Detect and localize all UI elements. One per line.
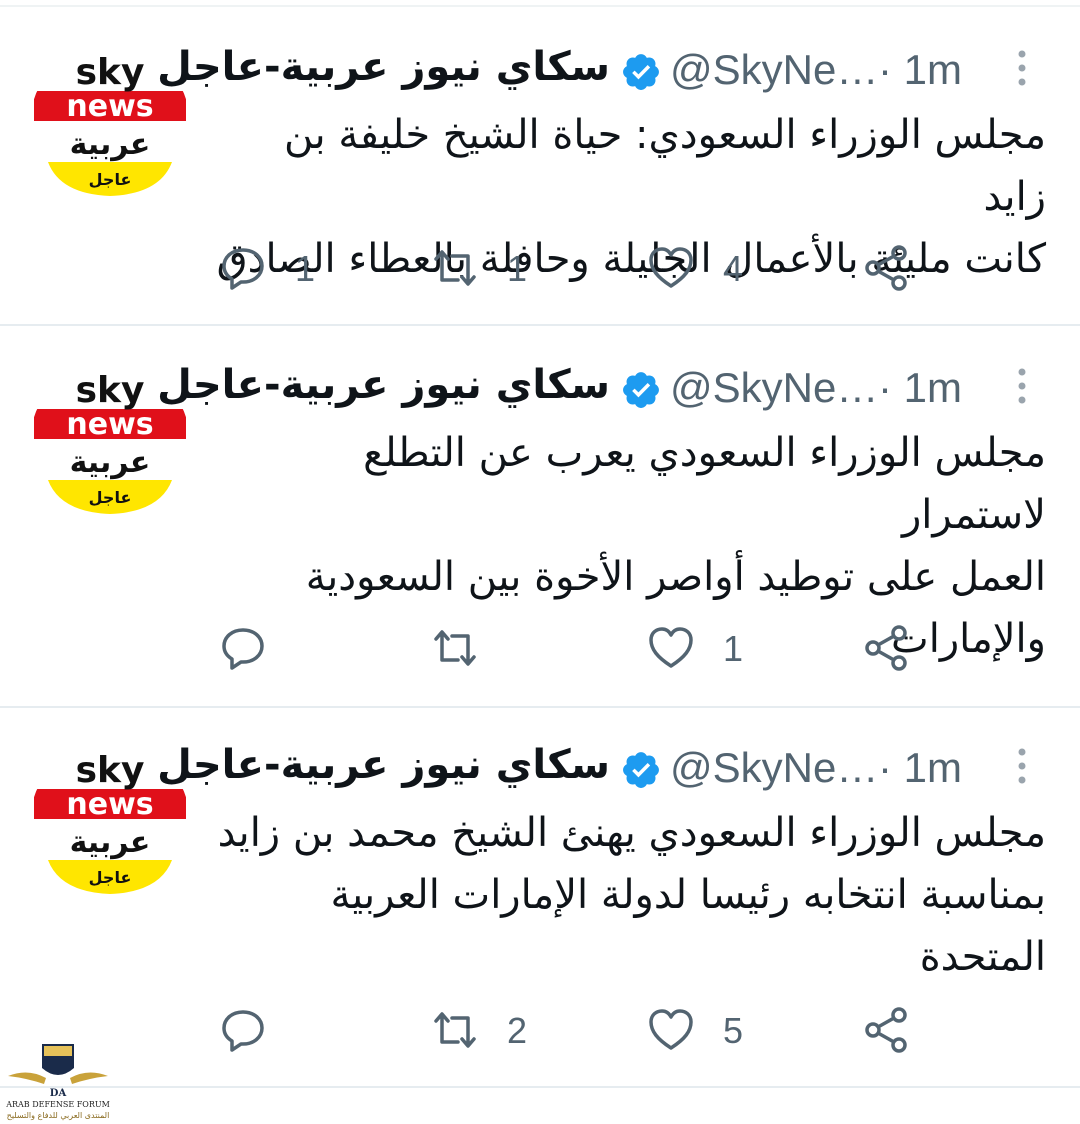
retweet-count: 1 [507, 248, 528, 289]
avatar-line3: عربية [70, 825, 151, 860]
avatar-line2: news [66, 407, 153, 442]
heart-icon [649, 1009, 693, 1050]
tweet-divider [0, 1086, 1080, 1088]
like-count: 4 [723, 248, 744, 289]
more-icon[interactable] [1014, 746, 1030, 786]
more-icon[interactable] [1014, 366, 1030, 406]
verified-badge-icon [623, 372, 659, 408]
user-handle[interactable]: @SkyNe… [670, 364, 878, 412]
verified-badge-icon [623, 54, 659, 90]
avatar-line1: sky [76, 370, 145, 411]
share-icon [865, 625, 907, 671]
like-count: 5 [723, 1010, 744, 1051]
tweet-text: مجلس الوزراء السعودي يهنئ الشيخ محمد بن … [215, 802, 1046, 988]
retweet-icon [434, 630, 476, 666]
tweet-text-line: بمناسبة انتخابه رئيسا لدولة الإمارات الع… [330, 872, 1047, 918]
avatar-line3: عربية [70, 445, 151, 480]
tweet-text-line: العمل على توطيد أواصر الأخوة بين السعودي… [305, 554, 1046, 600]
tweet-text-line: المتحدة [919, 934, 1046, 980]
avatar-line2: news [66, 89, 153, 124]
avatar-line2: news [66, 787, 153, 822]
action-bar: 2 5 [215, 1006, 935, 1056]
reply-icon [222, 248, 264, 290]
eagle-logo-icon: DA [8, 1044, 108, 1099]
reply-icon [222, 628, 264, 670]
display-name[interactable]: سكاي نيوز عربية-عاجل [157, 362, 610, 408]
forum-watermark: DA ARAB DEFENSE FORUM المنتدى العربي للد… [4, 1038, 112, 1124]
tweet[interactable]: sky news عربية عاجل سكاي نيوز عربية-عاجل… [0, 326, 1080, 708]
timestamp[interactable]: · 1m [878, 744, 962, 792]
avatar-line4: عاجل [89, 488, 132, 507]
reply-count: 1 [295, 248, 316, 289]
action-bar: 1 1 4 [215, 244, 935, 294]
tweet-header: سكاي نيوز عربية-عاجل @SkyNe… · 1m [157, 742, 1050, 798]
top-divider [0, 5, 1080, 7]
tweet-text-line: مجلس الوزراء السعودي يهنئ الشيخ محمد بن … [217, 810, 1046, 856]
reply-icon [222, 1010, 264, 1052]
avatar-line1: sky [76, 52, 145, 93]
action-bar: 1 [215, 624, 935, 674]
more-icon[interactable] [1014, 48, 1030, 88]
like-count: 1 [723, 628, 744, 669]
heart-icon [649, 627, 693, 668]
timestamp[interactable]: · 1m [878, 364, 962, 412]
display-name[interactable]: سكاي نيوز عربية-عاجل [157, 742, 610, 788]
verified-badge-icon [623, 752, 659, 788]
user-handle[interactable]: @SkyNe… [670, 744, 878, 792]
tweet[interactable]: sky news عربية عاجل سكاي نيوز عربية-عاجل… [0, 8, 1080, 326]
share-icon [865, 245, 907, 291]
watermark-subtitle: المنتدى العربي للدفاع والتسليح [6, 1111, 110, 1120]
display-name[interactable]: سكاي نيوز عربية-عاجل [157, 44, 610, 90]
watermark-label: ARAB DEFENSE FORUM [6, 1100, 110, 1109]
tweet-header: سكاي نيوز عربية-عاجل @SkyNe… · 1m [157, 44, 1050, 100]
watermark-mark: DA [50, 1088, 67, 1099]
tweet-text-line: مجلس الوزراء السعودي: حياة الشيخ خليفة ب… [284, 112, 1046, 220]
timestamp[interactable]: · 1m [878, 46, 962, 94]
avatar-line3: عربية [70, 127, 151, 162]
retweet-icon [434, 1012, 476, 1048]
user-handle[interactable]: @SkyNe… [670, 46, 878, 94]
tweet[interactable]: sky news عربية عاجل سكاي نيوز عربية-عاجل… [0, 708, 1080, 1088]
share-icon [865, 1007, 907, 1053]
tweet-header: سكاي نيوز عربية-عاجل @SkyNe… · 1m [157, 362, 1050, 418]
avatar-line1: sky [76, 750, 145, 791]
tweet-text-line: مجلس الوزراء السعودي يعرب عن التطلع لاست… [363, 430, 1046, 538]
retweet-icon [434, 250, 476, 286]
retweet-count: 2 [507, 1010, 528, 1051]
avatar-line4: عاجل [89, 868, 132, 887]
heart-icon [649, 247, 693, 288]
avatar-line4: عاجل [89, 170, 132, 189]
